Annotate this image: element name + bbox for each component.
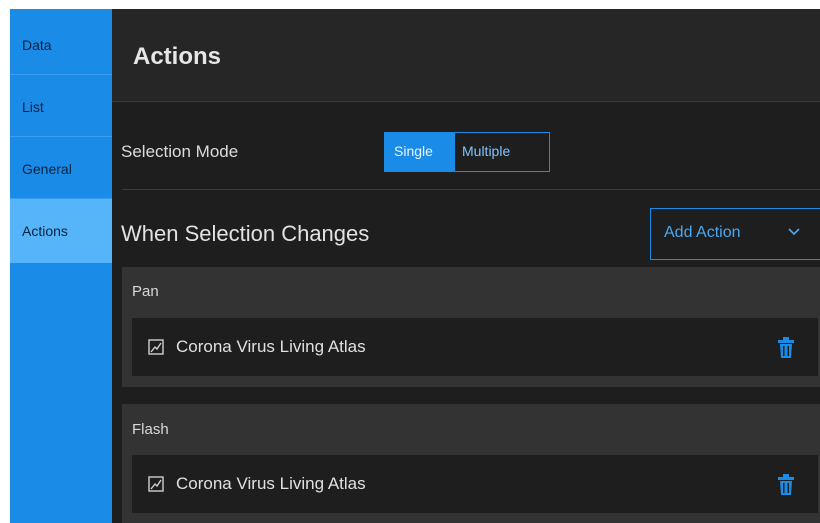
- selection-mode-label: Selection Mode: [121, 142, 239, 161]
- single-mode-button[interactable]: Single: [384, 132, 454, 172]
- page-title: Actions: [133, 43, 222, 70]
- main-content: Actions Selection Mode Single Multiple W…: [112, 9, 820, 523]
- settings-panel: Data List General Actions Actions Select…: [10, 9, 820, 523]
- tab-list-label: List: [22, 99, 44, 115]
- add-action-label: Add Action: [664, 224, 741, 241]
- action-layer-name: Corona Virus Living Atlas: [176, 474, 366, 493]
- action-title: Pan: [132, 283, 159, 300]
- trash-icon[interactable]: [777, 337, 795, 359]
- action-card-pan: Pan Corona Virus Living Atlas: [122, 267, 820, 387]
- action-layer-row: Corona Virus Living Atlas: [132, 455, 818, 513]
- chevron-down-icon: [788, 228, 800, 236]
- single-mode-label: Single: [394, 143, 433, 159]
- tab-general-label: General: [22, 161, 72, 177]
- action-card-flash: Flash Corona Virus Living Atlas: [122, 404, 820, 523]
- when-selection-changes-label: When Selection Changes: [121, 221, 370, 246]
- tab-data-label: Data: [22, 37, 52, 53]
- layer-edit-icon: [148, 476, 164, 492]
- tab-data[interactable]: Data: [10, 9, 112, 75]
- divider: [122, 189, 820, 190]
- tab-actions[interactable]: Actions: [10, 199, 112, 263]
- sidebar: Data List General Actions: [10, 9, 112, 523]
- multiple-mode-label: Multiple: [462, 143, 511, 159]
- header: Actions: [112, 9, 820, 102]
- action-title: Flash: [132, 421, 169, 438]
- action-layer-row: Corona Virus Living Atlas: [132, 318, 818, 376]
- tab-general[interactable]: General: [10, 137, 112, 199]
- trash-icon[interactable]: [777, 474, 795, 496]
- multiple-mode-button[interactable]: Multiple: [454, 132, 550, 172]
- tab-actions-label: Actions: [22, 223, 68, 239]
- layer-edit-icon: [148, 339, 164, 355]
- add-action-button[interactable]: Add Action: [650, 208, 820, 260]
- tab-list[interactable]: List: [10, 75, 112, 137]
- action-layer-name: Corona Virus Living Atlas: [176, 337, 366, 356]
